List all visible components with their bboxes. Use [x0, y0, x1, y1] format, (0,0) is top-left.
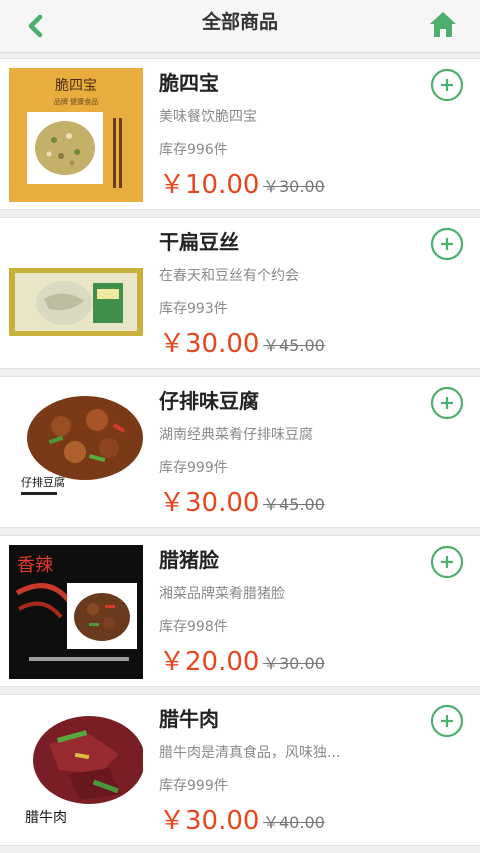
- product-image: [9, 227, 143, 361]
- product-image: 腊牛肉: [9, 704, 143, 838]
- product-image: 脆四宝 品牌 健康食品: [9, 68, 143, 202]
- image-caption: 仔排豆腐: [21, 475, 65, 489]
- product-stock: 库存999件: [159, 460, 228, 476]
- product-card[interactable]: 香辣 腊猪脸 湘菜品牌菜肴腊猪脸 库存998件 ￥20.00 ￥30.00: [0, 535, 480, 687]
- product-description: 腊牛肉是清真食品，风味独...: [159, 745, 341, 761]
- plus-circle-icon: [430, 545, 464, 579]
- product-stock: 库存999件: [159, 778, 228, 794]
- product-card[interactable]: 腊牛肉 腊牛肉 腊牛肉是清真食品，风味独... 库存999件 ￥30.00 ￥4…: [0, 694, 480, 846]
- add-to-cart-button[interactable]: [430, 68, 464, 102]
- product-price: ￥30.00: [159, 329, 260, 359]
- image-caption: 脆四宝: [55, 77, 97, 94]
- product-image: 仔排豆腐: [9, 386, 143, 520]
- product-description: 在春天和豆丝有个约会: [159, 268, 299, 284]
- product-original-price: ￥40.00: [263, 813, 325, 832]
- product-description: 湘菜品牌菜肴腊猪脸: [159, 586, 285, 602]
- page-title: 全部商品: [201, 11, 278, 33]
- product-card[interactable]: 仔排豆腐 仔排味豆腐 湖南经典菜肴仔排味豆腐 库存999件 ￥30.00 ￥45…: [0, 376, 480, 528]
- image-caption: 腊牛肉: [25, 810, 67, 826]
- product-stock: 库存996件: [159, 142, 228, 158]
- product-original-price: ￥30.00: [263, 654, 325, 673]
- product-stock: 库存998件: [159, 619, 228, 635]
- product-name: 脆四宝: [159, 71, 219, 95]
- product-price: ￥30.00: [159, 488, 260, 518]
- product-image: 香辣: [9, 545, 143, 679]
- product-description: 美味餐饮脆四宝: [159, 109, 257, 125]
- plus-circle-icon: [430, 386, 464, 420]
- app-header: 全部商品: [0, 0, 480, 53]
- plus-circle-icon: [430, 68, 464, 102]
- product-name: 腊猪脸: [159, 548, 219, 572]
- plus-circle-icon: [430, 704, 464, 738]
- product-list: 脆四宝 品牌 健康食品 脆四宝 美味餐饮脆四宝 库存996件 ￥10.00 ￥3…: [0, 58, 480, 853]
- product-card[interactable]: 干扁豆丝 在春天和豆丝有个约会 库存993件 ￥30.00 ￥45.00: [0, 217, 480, 369]
- svg-text:品牌 健康食品: 品牌 健康食品: [54, 97, 98, 106]
- product-price: ￥10.00: [159, 170, 260, 200]
- product-original-price: ￥45.00: [263, 495, 325, 514]
- add-to-cart-button[interactable]: [430, 545, 464, 579]
- plus-circle-icon: [430, 227, 464, 261]
- image-caption: 香辣: [17, 555, 53, 576]
- product-description: 湖南经典菜肴仔排味豆腐: [159, 427, 313, 443]
- add-to-cart-button[interactable]: [430, 386, 464, 420]
- product-name: 腊牛肉: [159, 707, 219, 731]
- product-name: 仔排味豆腐: [159, 389, 259, 413]
- home-button[interactable]: [428, 9, 458, 39]
- product-name: 干扁豆丝: [159, 230, 239, 254]
- product-stock: 库存993件: [159, 301, 228, 317]
- product-original-price: ￥30.00: [263, 177, 325, 196]
- product-price: ￥30.00: [159, 806, 260, 836]
- product-price: ￥20.00: [159, 647, 260, 677]
- product-original-price: ￥45.00: [263, 336, 325, 355]
- home-icon: [430, 12, 456, 37]
- product-card[interactable]: 脆四宝 品牌 健康食品 脆四宝 美味餐饮脆四宝 库存996件 ￥10.00 ￥3…: [0, 58, 480, 210]
- add-to-cart-button[interactable]: [430, 227, 464, 261]
- add-to-cart-button[interactable]: [430, 704, 464, 738]
